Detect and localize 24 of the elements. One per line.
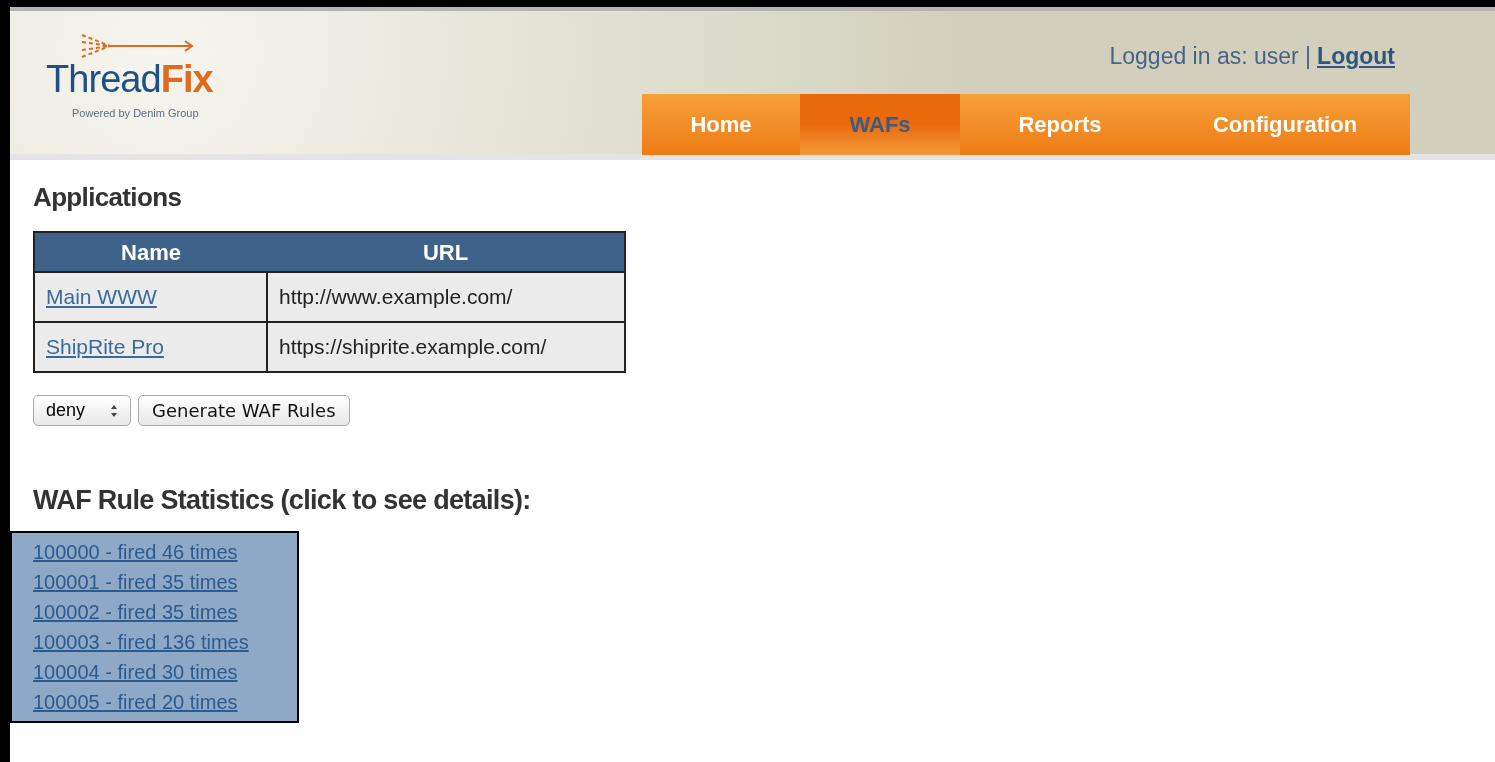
- nav-tab[interactable]: Configuration: [1160, 94, 1410, 155]
- rule-statistic-link[interactable]: 100000 - fired 46 times: [33, 536, 238, 567]
- logout-link[interactable]: Logout: [1317, 39, 1395, 74]
- rule-statistic-link[interactable]: 100004 - fired 30 times: [33, 656, 238, 687]
- url-cell: https://shiprite.example.com/: [267, 322, 625, 372]
- updown-icon: [110, 403, 118, 418]
- tagline: Powered by Denim Group: [72, 106, 199, 121]
- rule-statistic-link[interactable]: 100002 - fired 35 times: [33, 596, 238, 627]
- logo-arrow-icon: [80, 31, 195, 61]
- nav-tab[interactable]: WAFs: [800, 94, 960, 155]
- url-cell: http://www.example.com/: [267, 272, 625, 322]
- logo-wordmark: ThreadFix: [46, 59, 213, 99]
- section-title: Applications: [33, 181, 183, 214]
- column-header: Name: [34, 232, 267, 272]
- rule-statistic-link[interactable]: 100001 - fired 35 times: [33, 566, 238, 597]
- rule-statistic-link[interactable]: 100005 - fired 20 times: [33, 686, 238, 717]
- mode-select[interactable]: deny: [33, 395, 131, 426]
- nav-tab[interactable]: Reports: [960, 94, 1160, 155]
- login-status: Logged in as: user |: [1109, 42, 1312, 71]
- generate-button[interactable]: Generate WAF Rules: [138, 395, 350, 426]
- section-title: WAF Rule Statistics (click to see details):: [33, 484, 532, 517]
- column-header: URL: [267, 232, 625, 272]
- rule-statistic-link[interactable]: 100003 - fired 136 times: [33, 626, 249, 657]
- nav-tab[interactable]: Home: [642, 94, 800, 155]
